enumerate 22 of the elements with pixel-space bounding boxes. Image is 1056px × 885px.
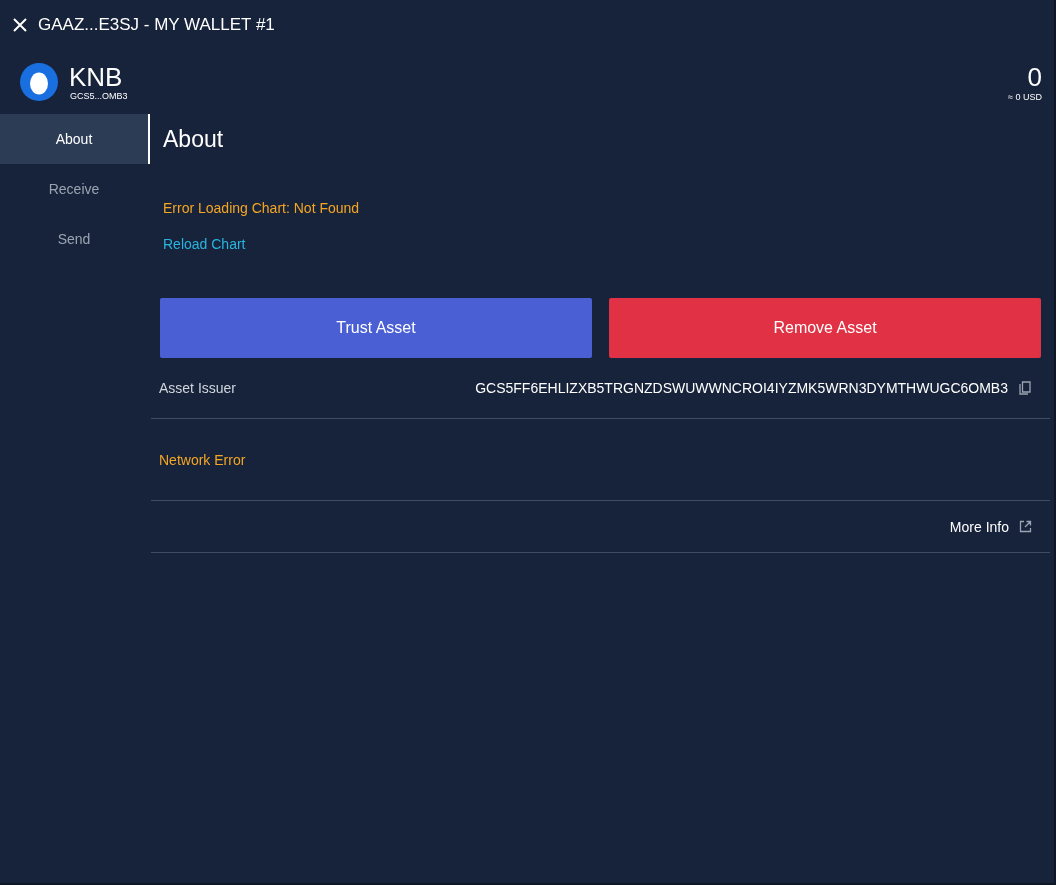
asset-issuer-short: GCS5...OMB3 (70, 91, 128, 101)
close-icon (12, 17, 28, 33)
external-link-icon (1019, 520, 1032, 533)
asset-balance: 0 (1027, 62, 1042, 92)
copy-icon[interactable] (1018, 381, 1032, 395)
asset-action-button[interactable]: Trust Asset (160, 298, 592, 358)
asset-action-button[interactable]: Remove Asset (609, 298, 1041, 358)
sidebar-tab[interactable]: About (0, 114, 150, 164)
balance-usd: ≈ 0 USD (1008, 92, 1042, 102)
close-button[interactable] (12, 17, 28, 33)
sidebar-tab[interactable]: Receive (0, 164, 150, 214)
asset-code: KNB (69, 63, 124, 91)
network-error-message: Network Error (159, 451, 246, 468)
window-title: GAAZ...E3SJ - MY WALLET #1 (38, 15, 275, 35)
issuer-address: GCS5FF6EHLIZXB5TRGNZDSWUWWNCROI4IYZMK5WRN3DYMTHWUGC6OMB3 (475, 380, 1008, 396)
egg-logo-icon (20, 63, 58, 101)
more-info-link[interactable]: More Info (949, 518, 1032, 535)
issuer-label: Asset Issuer (159, 380, 237, 396)
sidebar-tab[interactable]: Send (0, 214, 150, 264)
section-heading: About (163, 126, 225, 154)
reload-chart-link[interactable]: Reload Chart (163, 236, 246, 252)
chart-error-message: Error Loading Chart: Not Found (163, 200, 361, 216)
